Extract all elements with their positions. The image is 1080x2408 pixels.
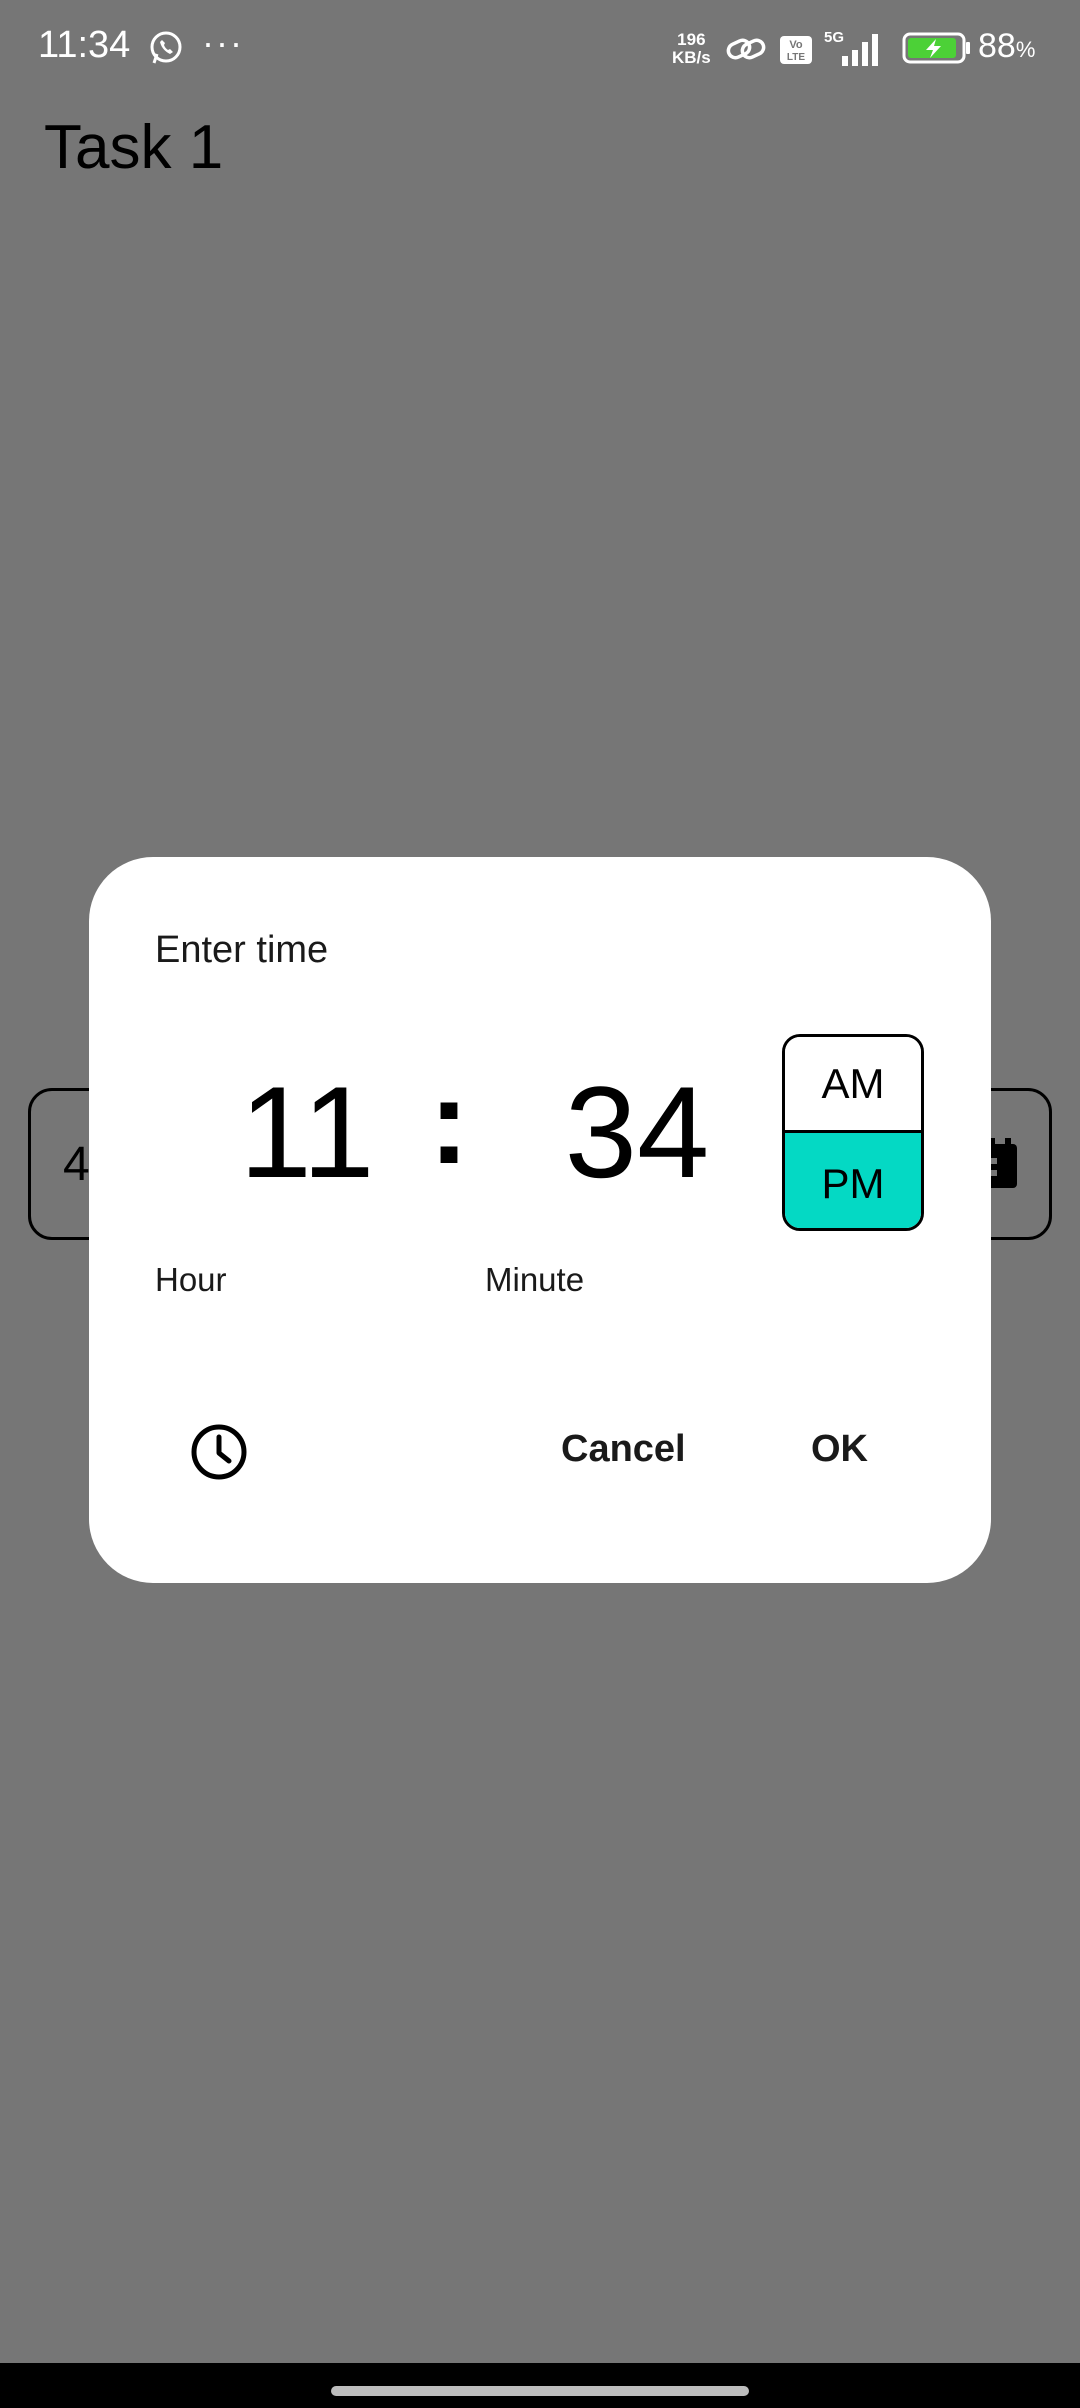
volte-icon: Vo LTE xyxy=(780,36,812,64)
gesture-handle[interactable] xyxy=(331,2386,749,2396)
clock-icon[interactable] xyxy=(189,1422,249,1482)
link-icon xyxy=(726,38,766,60)
am-button[interactable]: AM xyxy=(785,1037,921,1133)
am-pm-toggle: AM PM xyxy=(782,1034,924,1231)
whatsapp-icon xyxy=(150,31,182,64)
ok-button[interactable]: OK xyxy=(811,1428,868,1471)
more-notifications-icon: ··· xyxy=(202,22,244,63)
hour-input[interactable]: 11 xyxy=(207,1057,407,1207)
date-field-value: 4 xyxy=(63,1138,90,1191)
battery-charging-icon xyxy=(902,32,970,64)
signal-icon: 5G xyxy=(824,29,878,66)
time-picker-dialog: Enter time 11 : 34 AM PM Hour Minute Can… xyxy=(89,857,991,1583)
svg-text:Vo: Vo xyxy=(789,39,803,51)
pm-button[interactable]: PM xyxy=(785,1133,921,1228)
minute-label: Minute xyxy=(485,1261,585,1298)
navigation-bar xyxy=(0,2363,1080,2408)
battery-percent: 88% xyxy=(978,27,1036,65)
svg-text:LTE: LTE xyxy=(787,52,805,63)
minute-input[interactable]: 34 xyxy=(537,1057,737,1207)
dialog-title: Enter time xyxy=(155,929,329,971)
network-type: 5G xyxy=(824,29,844,46)
net-speed: 196 KB/s xyxy=(672,30,711,67)
cancel-button[interactable]: Cancel xyxy=(561,1428,686,1471)
status-time: 11:34 xyxy=(38,24,131,66)
status-bar: 11:34 ··· 196 KB/s Vo LTE 5G 88% xyxy=(0,0,1080,100)
page-title: Task 1 xyxy=(44,113,224,182)
time-separator: : xyxy=(429,1055,469,1189)
hour-label: Hour xyxy=(155,1261,227,1298)
